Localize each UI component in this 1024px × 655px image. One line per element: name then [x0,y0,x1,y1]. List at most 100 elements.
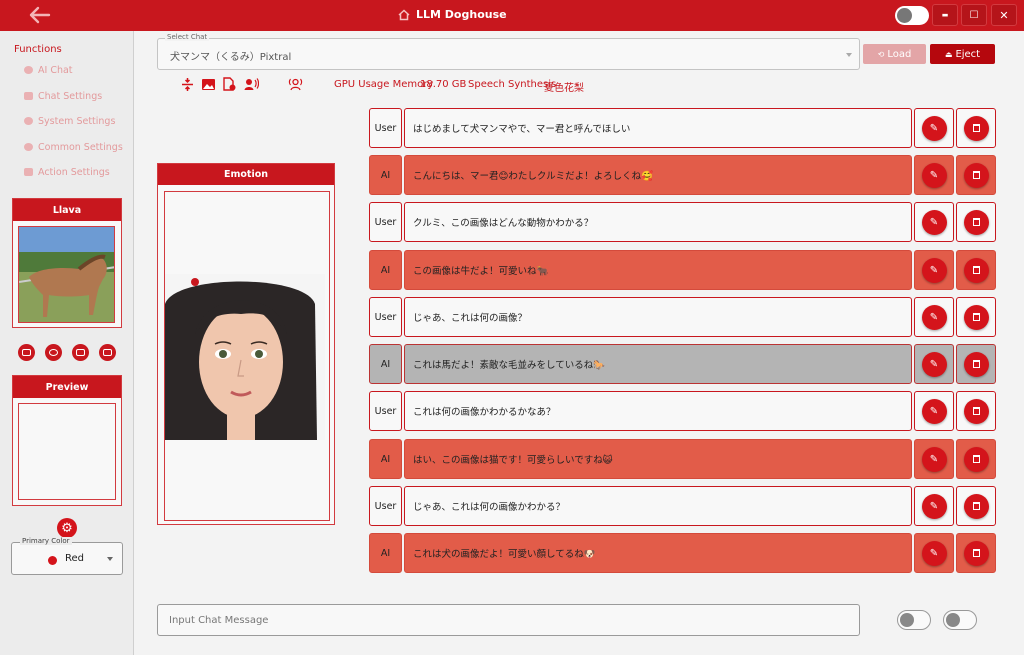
load-button[interactable]: ⟲ Load [863,44,926,64]
edit-button[interactable]: ✎ [921,304,947,330]
load-label: Load [887,48,912,60]
message-role: AI [369,155,402,195]
trash-icon [972,171,980,179]
trash-icon [972,266,980,274]
sidebar-item-common-settings[interactable]: Common Settings [24,138,123,156]
eject-icon: ⏏ [944,49,953,59]
message-role: AI [369,344,402,384]
gpu-usage-value: 18.70 GB [420,79,467,90]
edit-button[interactable]: ✎ [921,446,947,472]
edit-cell: ✎ [914,344,954,384]
image-icon[interactable] [201,77,216,92]
edit-cell: ✎ [914,202,954,242]
chat-message-input[interactable]: Input Chat Message [157,604,860,636]
edit-button[interactable]: ✎ [921,257,947,283]
edit-button[interactable]: ✎ [921,115,947,141]
eject-button[interactable]: ⏏ Eject [930,44,995,64]
chat-row-user: User じゃあ、これは何の画像？ ✎ [369,297,1000,337]
message-text[interactable]: はじめまして犬マンマやで、マー君と呼んでほしい [404,108,912,148]
pencil-icon: ✎ [929,358,939,370]
timer-off-button[interactable] [45,344,62,361]
sidebar-item-label: System Settings [38,115,116,127]
primary-color-select[interactable]: Primary Color Red [11,537,123,575]
speaker-off-icon [946,613,960,627]
edit-button[interactable]: ✎ [921,209,947,235]
trash-icon [972,502,980,510]
maximize-button[interactable]: ☐ [961,4,987,26]
window-button[interactable] [72,344,89,361]
delete-cell [956,486,996,526]
delete-cell [956,202,996,242]
trash-icon [972,360,980,368]
monitor-icon [22,349,31,356]
edit-button[interactable]: ✎ [921,493,947,519]
delete-button[interactable] [963,115,989,141]
image-icon [24,168,33,176]
message-text[interactable]: この画像は牛だよ！可愛いね🐂 [404,250,912,290]
edit-button[interactable]: ✎ [921,162,947,188]
preview-title: Preview [13,376,121,398]
edit-button[interactable]: ✎ [921,398,947,424]
pencil-icon: ✎ [929,122,939,134]
delete-button[interactable] [963,446,989,472]
edit-cell: ✎ [914,439,954,479]
message-text[interactable]: これは何の画像かわかるかなあ？ [404,391,912,431]
speech-synthesis-value: 夏色花梨 [544,83,584,94]
delete-button[interactable] [963,257,989,283]
image-off-icon [103,349,112,356]
delete-button[interactable] [963,351,989,377]
delete-button[interactable] [963,304,989,330]
message-text[interactable]: クルミ、この画像はどんな動物かわかる？ [404,202,912,242]
sidebar-item-label: AI Chat [38,64,73,76]
preview-frame [18,403,116,500]
people-icon [24,92,33,100]
delete-button[interactable] [963,162,989,188]
file-settings-icon[interactable] [222,77,237,92]
delete-cell [956,155,996,195]
sidebar-item-ai-chat[interactable]: AI Chat [24,61,73,79]
chat-row-user: User これは何の画像かわかるかなあ？ ✎ [369,391,1000,431]
message-text[interactable]: こんにちは、マー君😊わたしクルミだよ！よろしくね🥰 [404,155,912,195]
titlebar-toggle[interactable] [895,6,929,25]
sidebar-item-chat-settings[interactable]: Chat Settings [24,87,102,105]
emotion-panel: Emotion [157,163,335,525]
delete-button[interactable] [963,540,989,566]
sidebar-item-label: Chat Settings [38,90,103,102]
image-off-button[interactable] [99,344,116,361]
close-button[interactable]: ✕ [991,4,1017,26]
message-text[interactable]: これは犬の画像だよ！可愛い顔してるね🐶 [404,533,912,573]
color-settings-button[interactable]: ⚙ [57,518,77,538]
trash-icon [972,407,980,415]
edit-cell: ✎ [914,297,954,337]
delete-button[interactable] [963,493,989,519]
pencil-icon: ✎ [929,264,939,276]
minimize-button[interactable]: ▬ [932,4,958,26]
message-text[interactable]: じゃあ、これは何の画像？ [404,297,912,337]
compress-icon[interactable] [180,77,195,92]
edit-button[interactable]: ✎ [921,351,947,377]
gear-icon [24,117,33,125]
sidebar-item-action-settings[interactable]: Action Settings [24,163,110,181]
trash-icon [972,313,980,321]
message-text[interactable]: じゃあ、これは何の画像かわかる？ [404,486,912,526]
back-arrow-icon[interactable] [26,5,52,25]
message-text[interactable]: これは馬だよ！素敵な毛並みをしているね🐎 [404,344,912,384]
message-role: User [369,486,402,526]
screen-capture-button[interactable] [18,344,35,361]
select-chat-dropdown[interactable]: Select Chat 犬マンマ（くるみ）Pixtral [157,33,860,70]
chat-row-user: User クルミ、この画像はどんな動物かわかる？ ✎ [369,202,1000,242]
edit-cell: ✎ [914,155,954,195]
speaker-toggle[interactable] [943,610,977,630]
message-text[interactable]: はい、この画像は猫です！可愛らしいですね😺 [404,439,912,479]
mic-toggle[interactable] [897,610,931,630]
gear-icon: ⚙ [61,520,73,536]
palette-icon [48,556,57,565]
delete-button[interactable] [963,209,989,235]
voice-icon[interactable] [244,77,259,92]
edit-button[interactable]: ✎ [921,540,947,566]
delete-button[interactable] [963,398,989,424]
speaker-person-icon[interactable] [288,77,303,92]
sidebar-item-system-settings[interactable]: System Settings [24,112,115,130]
app-title: LLM Doghouse [398,8,507,21]
trash-icon [972,455,980,463]
